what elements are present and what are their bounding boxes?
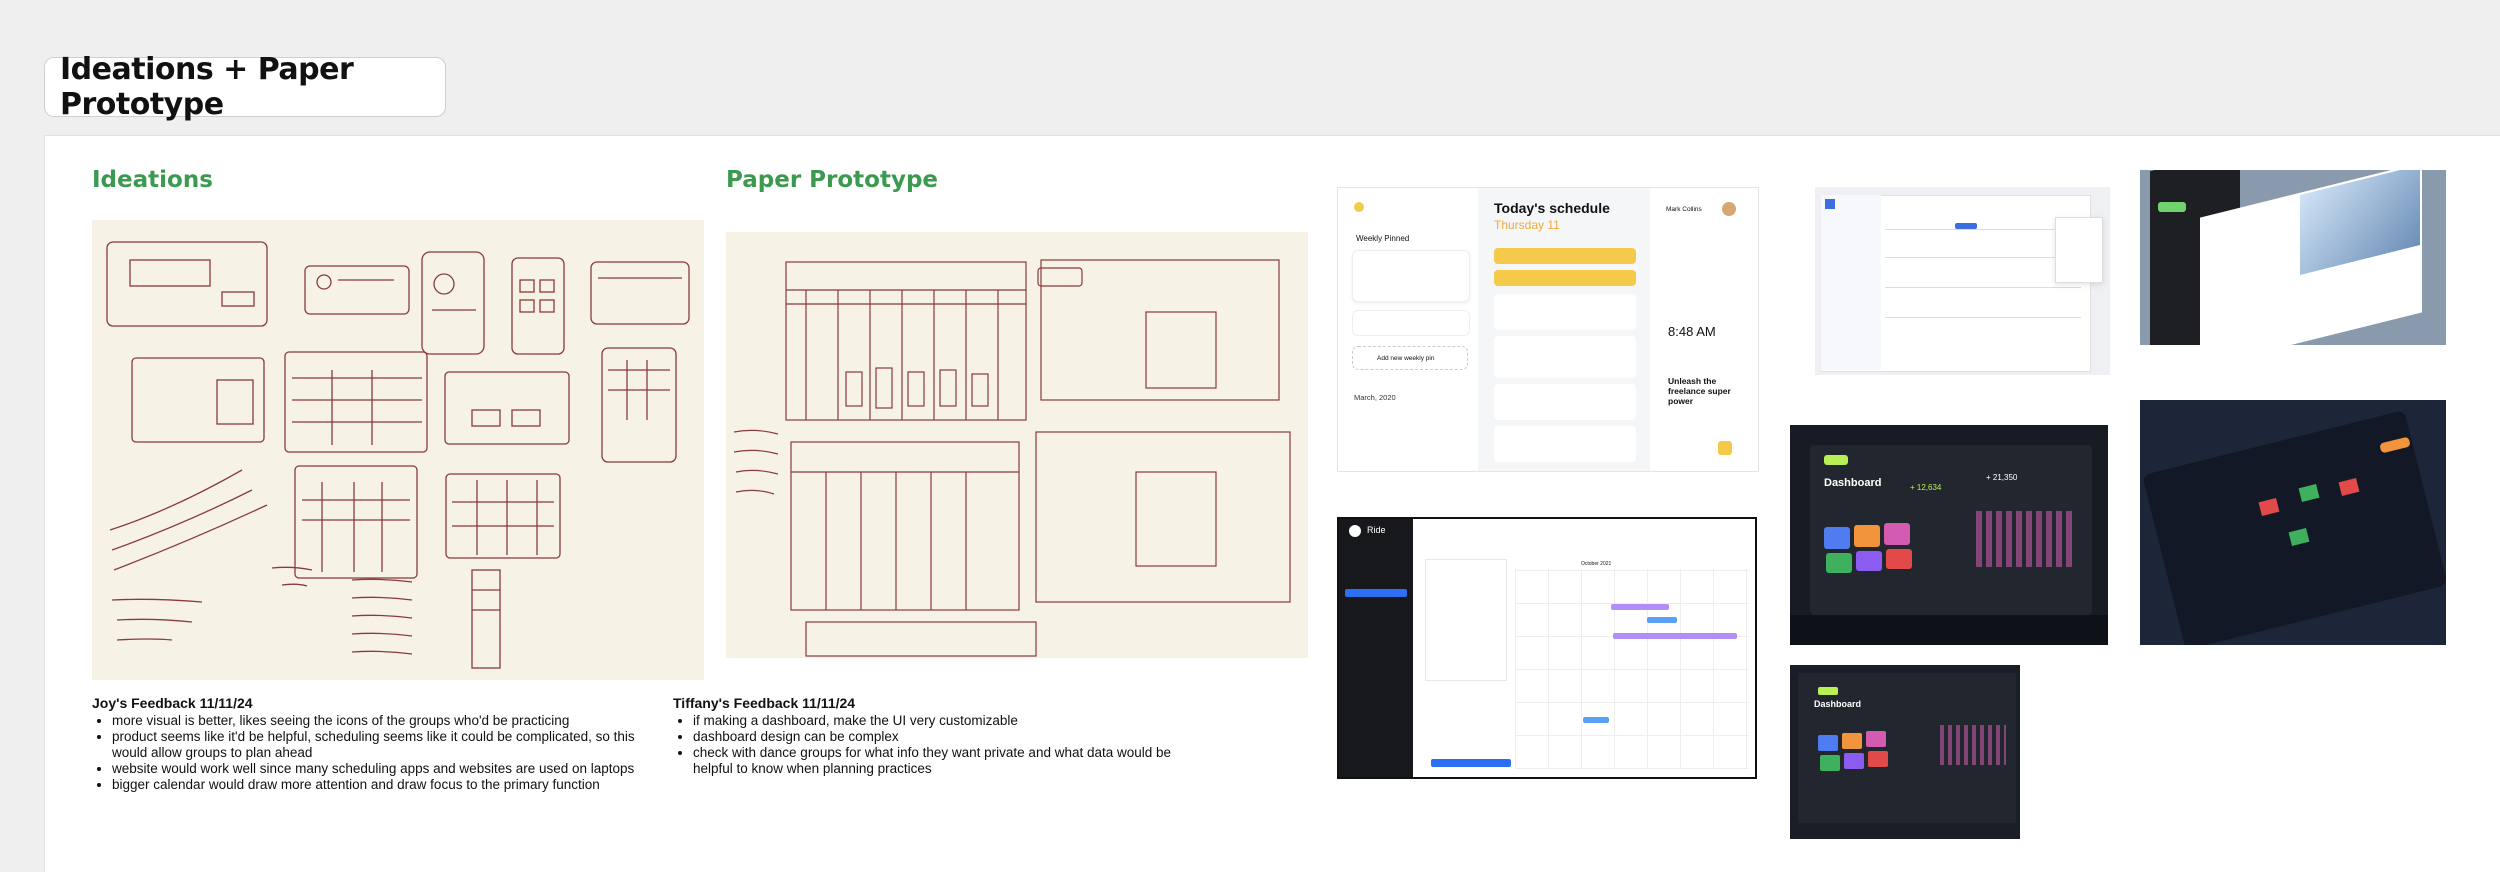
month-label: March, 2020 xyxy=(1354,393,1396,402)
add-pin-button: Add new weekly pin xyxy=(1352,346,1468,370)
paper-prototype-sketch-image xyxy=(726,232,1308,658)
dashboard-title: Dashboard xyxy=(1824,477,1882,489)
promo-text: Unleash the freelance super power xyxy=(1668,376,1731,406)
list-item: bigger calendar would draw more attentio… xyxy=(112,777,652,793)
joy-feedback: Joy's Feedback 11/11/24 more visual is b… xyxy=(92,695,652,793)
tiffany-feedback: Tiffany's Feedback 11/11/24 if making a … xyxy=(673,695,1213,777)
paper-prototype-heading: Paper Prototype xyxy=(726,167,939,193)
inspo-schedule-screenshot: Weekly Pinned Add new weekly pin March, … xyxy=(1337,187,1759,472)
list-item: dashboard design can be complex xyxy=(693,729,1213,745)
list-item: website would work well since many sched… xyxy=(112,761,652,777)
ideations-sketch-image xyxy=(92,220,704,680)
amount-1: + 12,634 xyxy=(1910,483,1942,492)
inspo-tablet2-screenshot xyxy=(2140,400,2446,645)
list-item: more visual is better, likes seeing the … xyxy=(112,713,652,729)
inspo-dashboard-screenshot: Dashboard + 12,634 + 21,350 xyxy=(1790,425,2108,645)
list-item: product seems like it'd be helpful, sche… xyxy=(112,729,652,761)
inspo-calendar-screenshot: Ride October 2021 xyxy=(1337,517,1757,779)
inspo-table-screenshot xyxy=(1815,187,2110,375)
schedule-title: Today's schedule xyxy=(1494,200,1610,216)
inspo-tablet-screenshot xyxy=(2140,170,2446,345)
list-item: if making a dashboard, make the UI very … xyxy=(693,713,1213,729)
weekly-pinned-label: Weekly Pinned xyxy=(1356,234,1410,243)
dashboard2-title: Dashboard xyxy=(1814,699,1862,709)
joy-feedback-heading: Joy's Feedback 11/11/24 xyxy=(92,695,253,711)
schedule-date: Thursday 11 xyxy=(1494,218,1560,232)
ideations-heading: Ideations xyxy=(92,167,213,193)
calendar-brand: Ride xyxy=(1367,525,1386,535)
amount-2: + 21,350 xyxy=(1986,473,2018,482)
tiffany-feedback-heading: Tiffany's Feedback 11/11/24 xyxy=(673,695,856,711)
list-item: check with dance groups for what info th… xyxy=(693,745,1213,777)
board-title[interactable]: Ideations + Paper Prototype xyxy=(44,52,446,122)
time-display: 8:48 AM xyxy=(1668,324,1716,339)
inspo-dashboard2-screenshot: Dashboard xyxy=(1790,665,2020,839)
user-name: Mark Collins xyxy=(1666,206,1702,213)
calendar-month: October 2021 xyxy=(1581,561,1612,567)
